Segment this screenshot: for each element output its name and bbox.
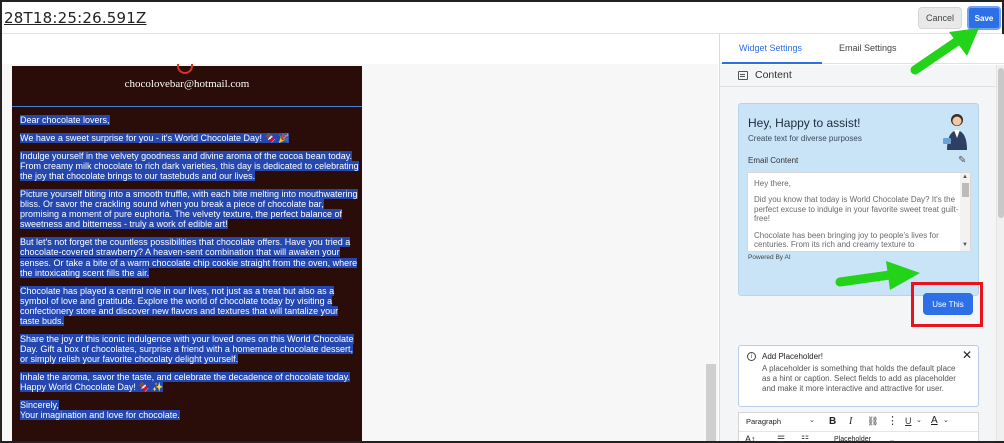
ai-card-subtitle: Create text for diverse purposes (748, 134, 862, 143)
canvas-scrollbar[interactable] (706, 364, 716, 441)
page-title[interactable]: 28T18:25:26.591Z (4, 9, 147, 27)
settings-panel: Widget Settings Email Settings Content H… (719, 34, 1004, 443)
add-placeholder-notice: i Add Placeholder! ✕ A placeholder is so… (738, 345, 979, 407)
text-color-icon[interactable]: A (931, 415, 938, 426)
email-paragraph[interactable]: Indulge yourself in the velvety goodness… (20, 150, 360, 182)
assistant-avatar-icon (943, 114, 967, 150)
email-paragraph[interactable]: Sincerely, Your imagination and love for… (20, 400, 360, 421)
editor-toolbar-row-1: Paragraph ⌄ B I ⛓ ⋮ U ⌄ A ⌄ (739, 413, 978, 432)
placeholder-dropdown[interactable]: Placeholder (834, 436, 871, 443)
ai-text-scrollbar-thumb[interactable] (962, 183, 969, 197)
placeholder-notice-title: Add Placeholder! (762, 352, 823, 361)
chevron-down-icon[interactable]: ⌄ (809, 416, 815, 424)
tab-email-settings[interactable]: Email Settings (839, 43, 897, 53)
selection-line (12, 106, 362, 107)
email-paragraph[interactable]: Inhale the aroma, savor the taste, and c… (20, 372, 360, 393)
email-preview[interactable]: chocolovebar@hotmail.com Dear chocolate … (12, 64, 362, 441)
more-options-icon[interactable]: ⋮ (887, 414, 898, 427)
chevron-down-icon[interactable]: ⌄ (889, 436, 895, 443)
ai-card-title: Hey, Happy to assist! (748, 116, 861, 130)
scroll-up-icon[interactable]: ▲ (962, 174, 968, 180)
active-tab-indicator (722, 62, 822, 64)
scroll-down-icon[interactable]: ▼ (962, 242, 968, 248)
chevron-down-icon[interactable]: ⌄ (943, 416, 949, 424)
paragraph-style-dropdown[interactable]: Paragraph (746, 417, 781, 426)
panel-scrollbar-thumb[interactable] (998, 68, 1004, 218)
email-paragraph[interactable]: Share the joy of this iconic indulgence … (20, 334, 360, 365)
email-body[interactable]: Dear chocolate lovers, We have a sweet s… (20, 115, 360, 428)
email-paragraph[interactable]: We have a sweet surprise for you - it's … (20, 132, 360, 143)
email-paragraph[interactable]: Chocolate has played a central role in o… (20, 285, 360, 327)
ai-text-line: Did you know that today is World Chocola… (754, 195, 959, 224)
arrow-to-save-annotation (910, 28, 979, 75)
top-bar: 28T18:25:26.591Z Cancel Save (2, 2, 1002, 34)
tab-widget-settings[interactable]: Widget Settings (739, 43, 802, 53)
email-content-label: Email Content (748, 156, 799, 165)
info-icon: i (747, 352, 756, 361)
placeholder-notice-text: A placeholder is something that holds th… (762, 364, 956, 393)
numbered-list-icon[interactable]: ☷ (801, 434, 809, 443)
content-icon (738, 71, 748, 80)
logo-icon (177, 64, 193, 74)
italic-icon[interactable]: I (849, 416, 852, 427)
rich-text-editor[interactable]: Paragraph ⌄ B I ⛓ ⋮ U ⌄ A ⌄ A↕ ☰ ☷ Place… (738, 412, 979, 443)
email-paragraph[interactable]: But let's not forget the countless possi… (20, 237, 360, 278)
font-size-icon[interactable]: A↕ (745, 434, 756, 443)
arrow-to-use-this-annotation (835, 261, 920, 290)
close-icon[interactable]: ✕ (962, 348, 972, 362)
email-paragraph[interactable]: Dear chocolate lovers, (20, 115, 360, 125)
ai-text-line: Chocolate has been bringing joy to peopl… (754, 230, 939, 250)
email-sender-address: chocolovebar@hotmail.com (124, 78, 250, 90)
panel-body: Content Hey, Happy to assist! Create tex… (720, 65, 1004, 443)
underline-icon[interactable]: U (905, 416, 912, 426)
content-section-title: Content (755, 69, 792, 81)
ai-text-line: Hey there, (754, 179, 791, 188)
ai-generated-text-area[interactable]: Hey there, Did you know that today is Wo… (747, 172, 971, 252)
bold-icon[interactable]: B (829, 416, 836, 427)
bulleted-list-icon[interactable]: ☰ (777, 434, 785, 443)
ai-text-scrollbar[interactable]: ▲ ▼ (960, 173, 970, 251)
magic-wand-icon[interactable]: ✎ (958, 155, 966, 166)
email-paragraph[interactable]: Picture yourself biting into a smooth tr… (20, 188, 360, 230)
editor-canvas[interactable]: chocolovebar@hotmail.com Dear chocolate … (2, 34, 718, 441)
link-icon[interactable]: ⛓ (867, 416, 878, 427)
powered-by-label: Powered By AI (748, 254, 791, 261)
panel-scrollbar[interactable] (996, 65, 1004, 441)
editor-toolbar-row-2: A↕ ☰ ☷ Placeholder ⌄ (739, 433, 978, 443)
chevron-down-icon[interactable]: ⌄ (916, 416, 922, 424)
